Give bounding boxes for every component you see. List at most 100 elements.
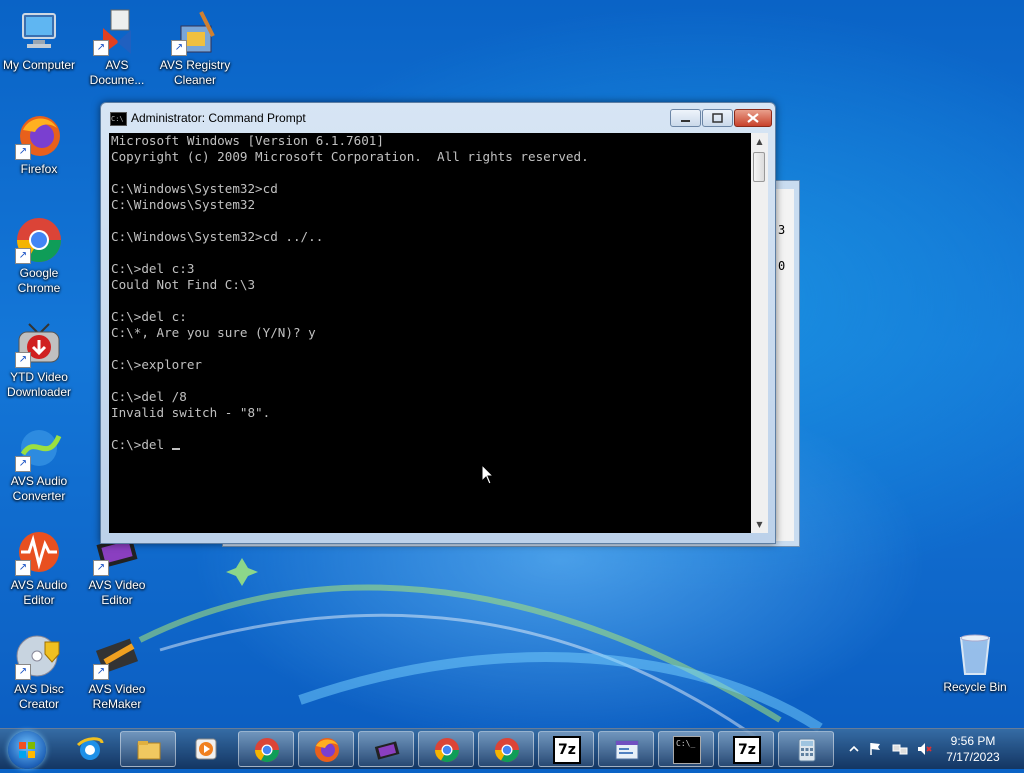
- desktop-icon-ytd-video-downloader[interactable]: ↗ YTD Video Downloader: [0, 320, 78, 400]
- close-button[interactable]: [734, 109, 772, 127]
- desktop-icon-my-computer[interactable]: My Computer: [0, 8, 78, 73]
- minimize-button[interactable]: [670, 109, 701, 127]
- taskbar-item-firefox[interactable]: [298, 731, 354, 767]
- desktop-icon-label: Google Chrome: [17, 266, 61, 295]
- 7-zip-icon: 7z: [553, 736, 581, 764]
- desktop-icon-label: Firefox: [20, 162, 58, 176]
- taskbar-clock[interactable]: 9:56 PM 7/17/2023: [930, 733, 1016, 765]
- firefox-icon: [315, 738, 339, 762]
- taskbar-item-windows-explorer[interactable]: [120, 731, 176, 767]
- taskbar-item-avs-video-editor[interactable]: [358, 731, 414, 767]
- desktop-icon-label: AVS Audio Editor: [10, 578, 68, 607]
- taskbar-item-command-prompt[interactable]: C:\_: [658, 731, 714, 767]
- mouse-pointer-icon: [481, 464, 495, 485]
- taskbar-item-google-chrome[interactable]: [238, 731, 294, 767]
- taskbar-item-internet-explorer[interactable]: [62, 731, 118, 767]
- vertical-scrollbar[interactable]: ▲ ▼: [751, 133, 768, 533]
- desktop-icon-avs-audio-converter[interactable]: ↗ AVS Audio Converter: [0, 424, 78, 504]
- desktop-icon-recycle-bin[interactable]: Recycle Bin: [936, 630, 1014, 695]
- shortcut-arrow-icon: ↗: [93, 40, 109, 56]
- console-output[interactable]: Microsoft Windows [Version 6.1.7601] Copy…: [109, 133, 751, 533]
- window-titlebar[interactable]: C:\ Administrator: Command Prompt: [101, 103, 775, 133]
- taskbar-item-7-zip[interactable]: 7z: [538, 731, 594, 767]
- background-window-scrollbar[interactable]: [775, 189, 794, 541]
- desktop-icon-avs-disc-creator[interactable]: ↗ AVS Disc Creator: [0, 632, 78, 712]
- start-button[interactable]: [8, 731, 46, 769]
- scroll-down-arrow-icon[interactable]: ▼: [751, 516, 768, 533]
- shortcut-arrow-icon: ↗: [15, 248, 31, 264]
- console-line: Invalid switch - "8".: [111, 405, 271, 420]
- clock-time: 9:56 PM: [950, 734, 996, 748]
- media-player-icon: [195, 738, 217, 760]
- shortcut-arrow-icon: ↗: [15, 456, 31, 472]
- command-prompt-window[interactable]: C:\ Administrator: Command Prompt Micros…: [100, 102, 776, 544]
- desktop-icon-label: AVS Disc Creator: [14, 682, 64, 711]
- taskbar-item-control-panel-window[interactable]: [598, 731, 654, 767]
- avs-video-editor-icon: [374, 741, 400, 760]
- desktop-icon-firefox[interactable]: ↗ Firefox: [0, 112, 78, 177]
- scroll-thumb[interactable]: [753, 152, 765, 182]
- clock-date: 7/17/2023: [946, 750, 1000, 764]
- console-line: C:\Windows\System32: [111, 197, 256, 212]
- taskbar-item-calculator[interactable]: [778, 731, 834, 767]
- desktop-icon-label: AVS Docume...: [89, 58, 145, 87]
- desktop-icon-label: AVS Registry Cleaner: [159, 58, 231, 87]
- ytd-downloader-icon: ↗: [15, 320, 63, 368]
- console-line: Could Not Find C:\3: [111, 277, 256, 292]
- taskbar-item-google-chrome[interactable]: [478, 731, 534, 767]
- cmd-icon: C:\: [110, 112, 127, 126]
- shortcut-arrow-icon: ↗: [93, 664, 109, 680]
- window-title: Administrator: Command Prompt: [131, 111, 306, 125]
- desktop-icon-avs-video-remaker[interactable]: ↗ AVS Video ReMaker: [78, 632, 156, 712]
- computer-icon: [15, 8, 63, 56]
- network-icon[interactable]: [892, 741, 908, 757]
- console-line: C:\>explorer: [111, 357, 202, 372]
- desktop-icon-label: AVS Audio Converter: [10, 474, 68, 503]
- console-text: Microsoft Windows [Version 6.1.7601] Copy…: [109, 133, 751, 437]
- desktop-icon-avs-registry-cleaner[interactable]: ↗ AVS Registry Cleaner: [156, 8, 234, 88]
- avs-video-remaker-icon: ↗: [93, 632, 141, 680]
- desktop-icon-label: Recycle Bin: [943, 680, 1007, 694]
- taskbar-item-media-player[interactable]: [178, 731, 234, 767]
- background-window-text: 3: [778, 223, 786, 237]
- console-prompt-line[interactable]: C:\>del: [109, 437, 751, 453]
- console-line: C:\*, Are you sure (Y/N)? y: [111, 325, 316, 340]
- console-line: Copyright (c) 2009 Microsoft Corporation…: [111, 149, 589, 164]
- maximize-button[interactable]: [702, 109, 733, 127]
- text-cursor: [171, 448, 180, 450]
- minimize-icon: [681, 120, 690, 122]
- console-line: C:\>del c:: [111, 309, 187, 324]
- scroll-up-arrow-icon[interactable]: ▲: [751, 133, 768, 150]
- firefox-icon: ↗: [15, 112, 63, 160]
- taskbar-item-google-chrome[interactable]: [418, 731, 474, 767]
- console-line: C:\Windows\System32>cd: [111, 181, 278, 196]
- taskbar-item-7-zip[interactable]: 7z: [718, 731, 774, 767]
- avs-registry-cleaner-icon: ↗: [171, 8, 219, 56]
- action-center-flag-icon[interactable]: [868, 741, 884, 757]
- console-line: C:\Windows\System32>cd ../..: [111, 229, 324, 244]
- desktop-icon-google-chrome[interactable]: ↗ Google Chrome: [0, 216, 78, 296]
- shortcut-arrow-icon: ↗: [15, 560, 31, 576]
- desktop-icon-avs-audio-editor[interactable]: ↗ AVS Audio Editor: [0, 528, 78, 608]
- windows-logo-icon: [19, 742, 35, 758]
- calculator-icon: [798, 738, 816, 762]
- desktop-icon-avs-document[interactable]: ↗ AVS Docume...: [78, 8, 156, 88]
- console-line: C:\>del c:3: [111, 261, 195, 276]
- avs-audio-converter-icon: ↗: [15, 424, 63, 472]
- folder-icon: [137, 741, 161, 760]
- desktop-icon-label: My Computer: [2, 58, 76, 72]
- chrome-icon: [255, 738, 279, 763]
- 7-zip-icon: 7z: [733, 736, 761, 764]
- prompt-text: C:\>del: [111, 437, 172, 452]
- shortcut-arrow-icon: ↗: [171, 40, 187, 56]
- show-hidden-icons-chevron-icon[interactable]: [846, 741, 862, 757]
- internet-explorer-icon: [76, 737, 104, 760]
- console-line: C:\>del /8: [111, 389, 187, 404]
- maximize-icon: [712, 113, 723, 123]
- avs-document-converter-icon: ↗: [93, 8, 141, 56]
